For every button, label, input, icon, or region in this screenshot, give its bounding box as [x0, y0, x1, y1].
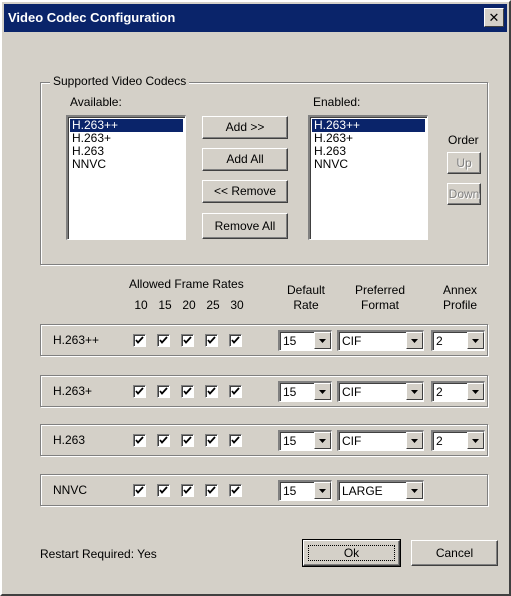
dropdown-button[interactable] — [406, 383, 423, 400]
frame-rate-checkbox[interactable] — [181, 385, 194, 398]
frame-rate-checkbox[interactable] — [133, 385, 146, 398]
combo-value: CIF — [342, 334, 362, 348]
annex-profile-select[interactable]: 2 — [431, 330, 485, 351]
enabled-label: Enabled: — [313, 95, 361, 109]
order-up-button[interactable]: Up — [447, 152, 481, 174]
order-label: Order — [448, 133, 479, 147]
frame-rate-checkbox[interactable] — [157, 434, 170, 447]
annex-profile-header-line1: Annex — [442, 283, 478, 297]
frame-rate-checkbox[interactable] — [205, 334, 218, 347]
enabled-listbox[interactable]: H.263++ H.263+ H.263 NNVC — [308, 115, 428, 240]
dropdown-button[interactable] — [406, 432, 423, 449]
cancel-button[interactable]: Cancel — [411, 540, 498, 566]
title-bar: Video Codec Configuration ✕ — [4, 4, 507, 32]
rate-header-20: 20 — [182, 298, 196, 312]
frame-rate-checkbox[interactable] — [133, 334, 146, 347]
frame-rate-checkbox[interactable] — [181, 334, 194, 347]
available-listbox[interactable]: H.263++ H.263+ H.263 NNVC — [66, 115, 186, 240]
preferred-format-select[interactable]: CIF — [337, 381, 424, 402]
frame-rate-checkbox[interactable] — [229, 434, 242, 447]
dropdown-button[interactable] — [406, 482, 423, 499]
rate-header-15: 15 — [158, 298, 172, 312]
combo-value: 2 — [436, 434, 443, 448]
add-button[interactable]: Add >> — [202, 116, 288, 139]
combo-value: 15 — [283, 385, 297, 399]
list-item[interactable]: NNVC — [70, 158, 183, 171]
codec-name: NNVC — [53, 483, 88, 497]
frame-rate-checkbox[interactable] — [157, 385, 170, 398]
focus-rect — [308, 545, 395, 561]
codec-name: H.263+ — [53, 384, 93, 398]
close-button[interactable]: ✕ — [484, 8, 504, 27]
restart-required-label: Restart Required: Yes — [40, 547, 157, 561]
frame-rate-checkbox[interactable] — [181, 434, 194, 447]
frame-rate-checkbox[interactable] — [157, 484, 170, 497]
combo-value: CIF — [342, 434, 362, 448]
frame-rate-checkbox[interactable] — [205, 385, 218, 398]
preferred-format-select[interactable]: CIF — [337, 430, 424, 451]
annex-profile-select[interactable]: 2 — [431, 381, 485, 402]
default-rate-header-line2: Rate — [293, 298, 319, 312]
codec-name: H.263++ — [53, 333, 100, 347]
restart-label: Restart Required: — [40, 547, 135, 561]
dropdown-button[interactable] — [314, 332, 331, 349]
frame-rate-checkbox[interactable] — [205, 484, 218, 497]
rate-header-10: 10 — [134, 298, 148, 312]
combo-value: 2 — [436, 385, 443, 399]
combo-value: 2 — [436, 334, 443, 348]
dropdown-button[interactable] — [314, 383, 331, 400]
remove-button[interactable]: << Remove — [202, 180, 288, 203]
available-label: Available: — [70, 95, 122, 109]
preferred-format-header-line2: Format — [360, 298, 399, 312]
annex-profile-header-line2: Profile — [442, 298, 477, 312]
combo-value: 15 — [283, 434, 297, 448]
dropdown-button[interactable] — [314, 482, 331, 499]
default-rate-select[interactable]: 15 — [278, 381, 332, 402]
frame-rate-checkbox[interactable] — [133, 434, 146, 447]
frame-rate-checkbox[interactable] — [229, 484, 242, 497]
window-title: Video Codec Configuration — [8, 10, 176, 25]
default-rate-select[interactable]: 15 — [278, 430, 332, 451]
close-icon: ✕ — [488, 10, 500, 25]
frame-rate-checkbox[interactable] — [181, 484, 194, 497]
preferred-format-header-line1: Preferred — [354, 283, 406, 297]
frame-rate-checkbox[interactable] — [157, 334, 170, 347]
group-label: Supported Video Codecs — [50, 74, 190, 88]
combo-value: 15 — [283, 334, 297, 348]
add-all-button[interactable]: Add All — [202, 148, 288, 171]
frame-rate-checkbox[interactable] — [229, 385, 242, 398]
rate-header-30: 30 — [230, 298, 244, 312]
dropdown-button[interactable] — [406, 332, 423, 349]
default-rate-header-line1: Default — [286, 283, 326, 297]
frame-rate-checkbox[interactable] — [133, 484, 146, 497]
codec-name: H.263 — [53, 433, 86, 447]
dropdown-button[interactable] — [314, 432, 331, 449]
rate-header-25: 25 — [206, 298, 220, 312]
dropdown-button[interactable] — [467, 332, 484, 349]
combo-value: CIF — [342, 385, 362, 399]
default-rate-select[interactable]: 15 — [278, 480, 332, 501]
remove-all-button[interactable]: Remove All — [202, 213, 288, 239]
order-down-button[interactable]: Down — [447, 183, 481, 205]
frame-rate-checkbox[interactable] — [205, 434, 218, 447]
restart-value: Yes — [137, 547, 157, 561]
combo-value: 15 — [283, 484, 297, 498]
default-rate-select[interactable]: 15 — [278, 330, 332, 351]
frame-rate-checkbox[interactable] — [229, 334, 242, 347]
ok-button[interactable]: Ok — [302, 539, 401, 567]
list-item[interactable]: NNVC — [312, 158, 425, 171]
dropdown-button[interactable] — [467, 432, 484, 449]
preferred-format-select[interactable]: LARGE — [337, 480, 424, 501]
preferred-format-select[interactable]: CIF — [337, 330, 424, 351]
combo-value: LARGE — [342, 484, 383, 498]
dropdown-button[interactable] — [467, 383, 484, 400]
allowed-frame-rates-header: Allowed Frame Rates — [129, 277, 244, 291]
annex-profile-select[interactable]: 2 — [431, 430, 485, 451]
